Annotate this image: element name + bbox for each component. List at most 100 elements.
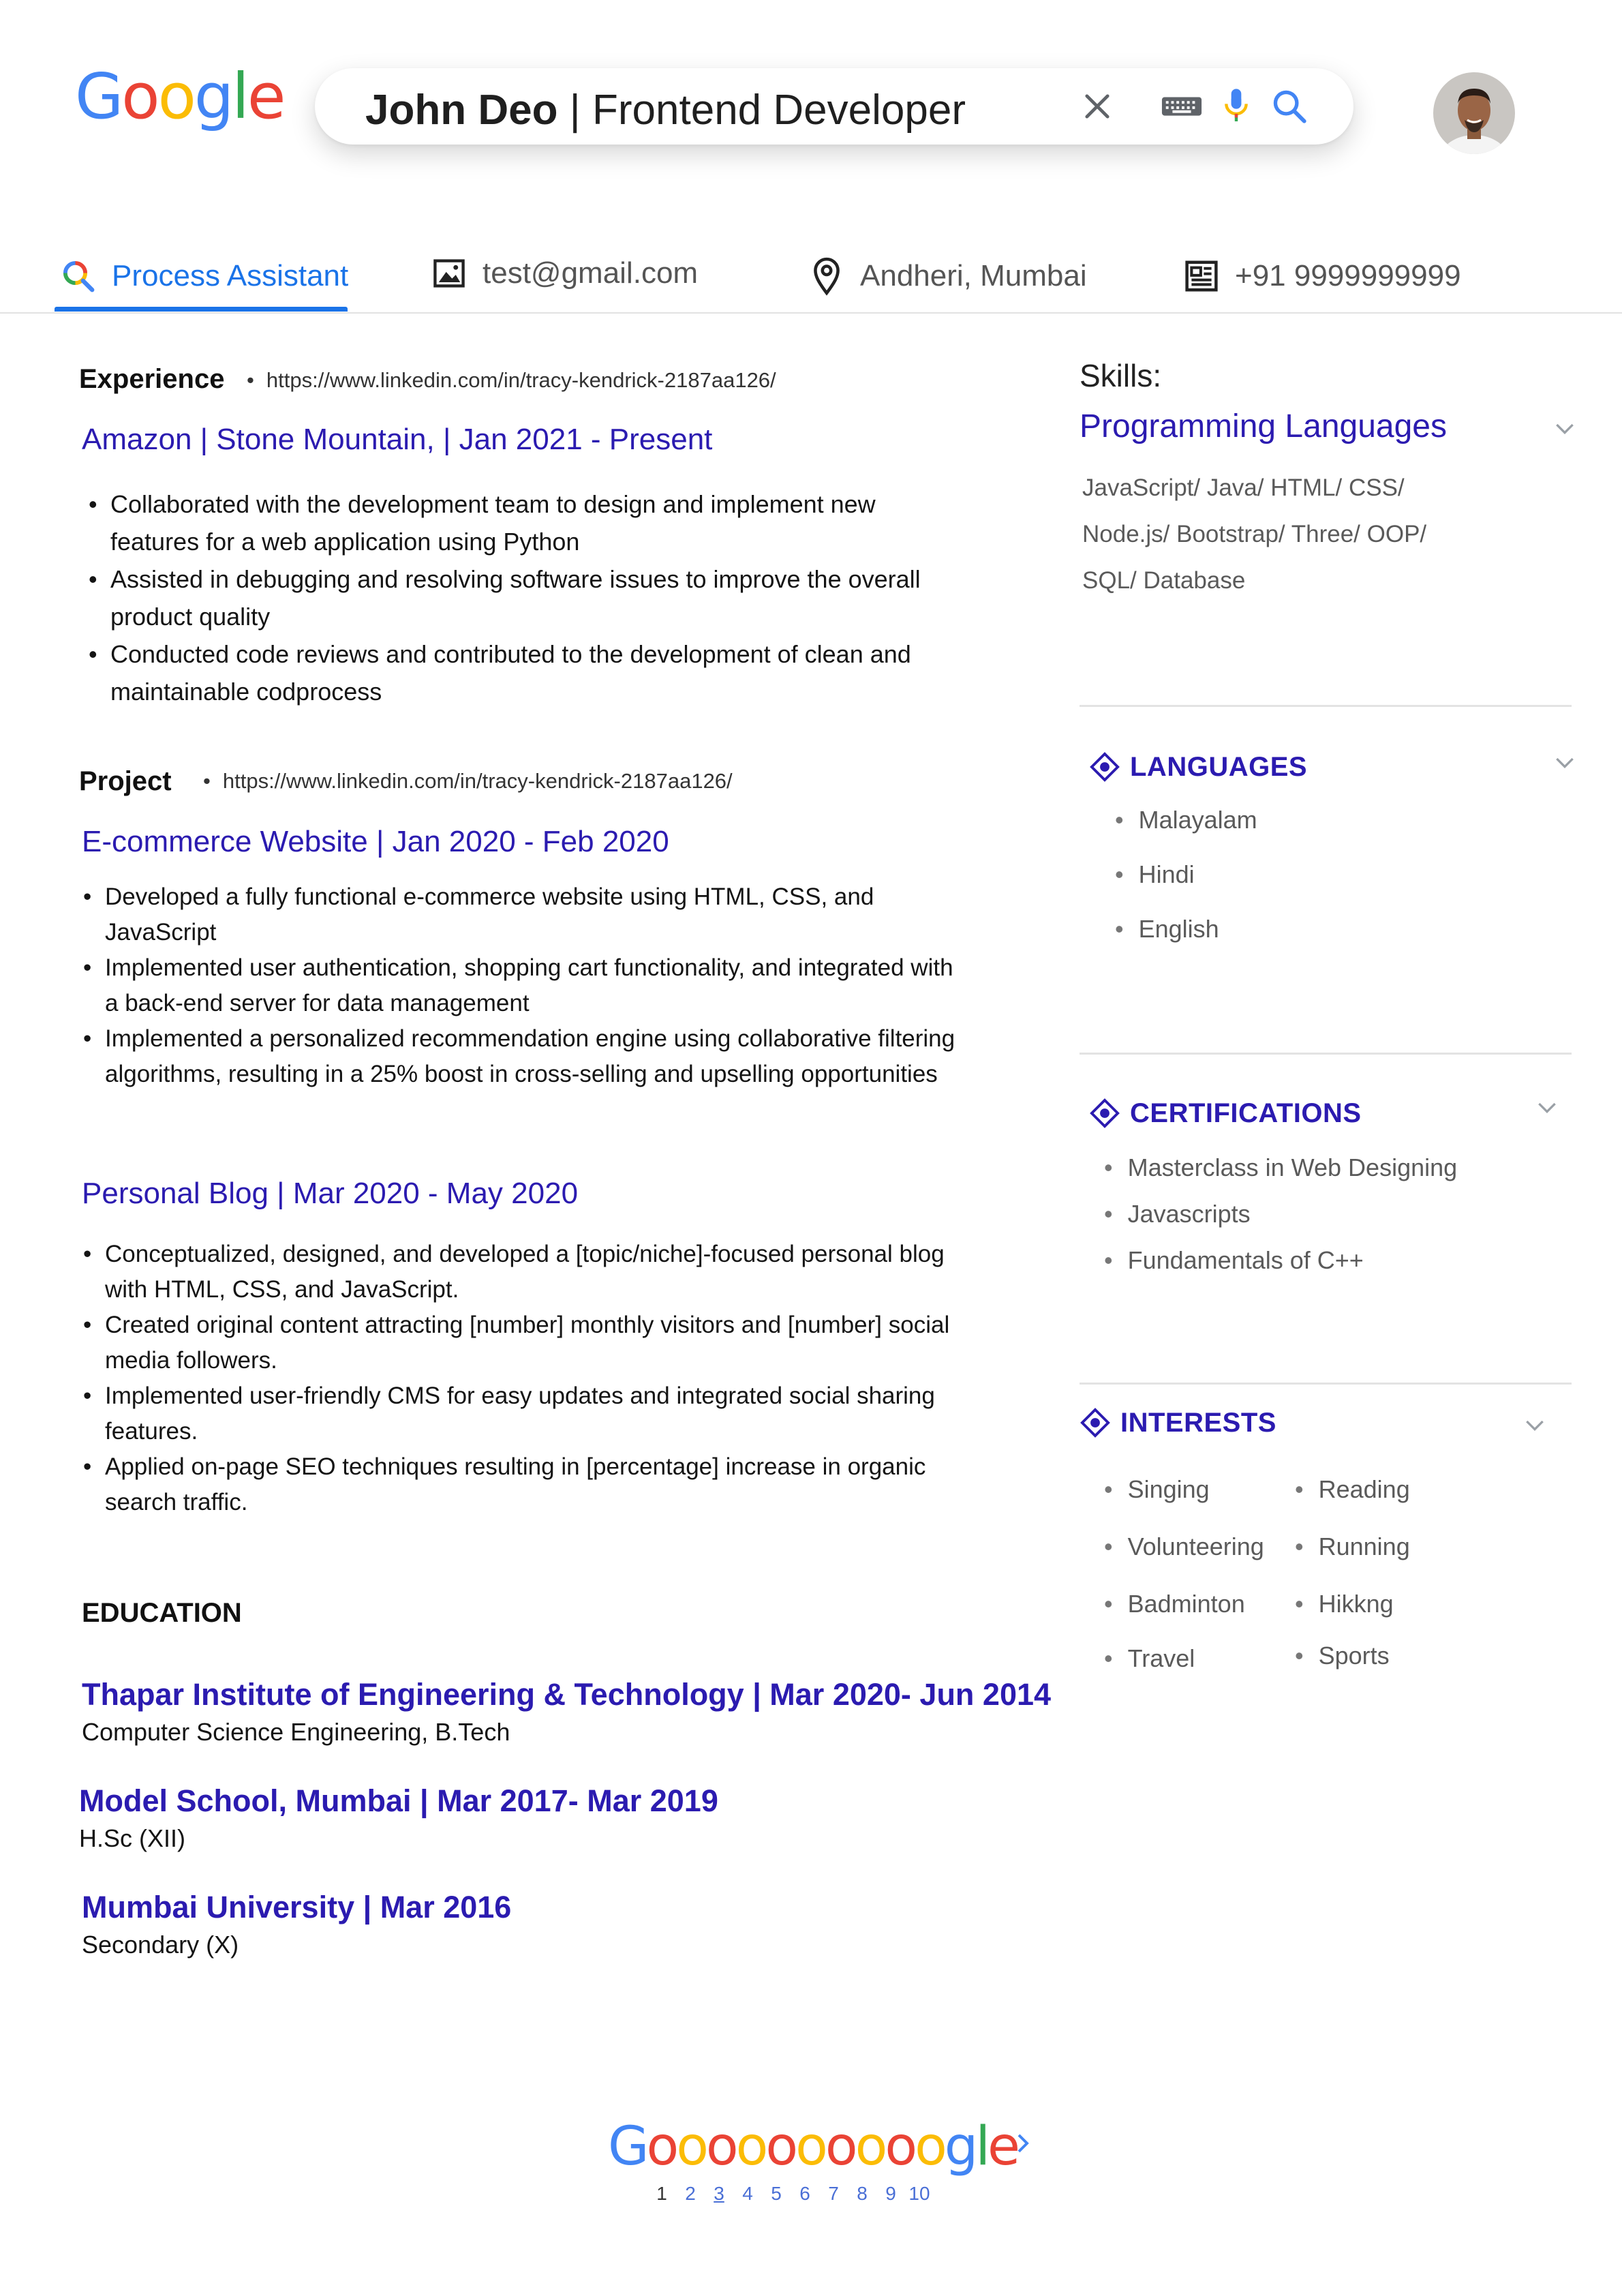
skills-line: JavaScript/ Java/ HTML/ CSS/ [1082, 474, 1405, 501]
project-title: E-commerce Website | Jan 2020 - Feb 2020 [82, 825, 669, 858]
chevron-down-icon[interactable] [1521, 1411, 1548, 1438]
logo-letter: o [157, 60, 196, 133]
list-item: Created original content attracting [num… [80, 1308, 987, 1378]
list-item: Collaborated with the development team t… [86, 485, 951, 560]
page-link[interactable]: 5 [762, 2183, 791, 2205]
divider [1080, 1383, 1572, 1385]
chevron-right-icon[interactable] [1011, 2130, 1035, 2157]
education-title: Thapar Institute of Engineering & Techno… [82, 1677, 1052, 1712]
news-icon [1180, 255, 1223, 297]
tab-phone[interactable]: +91 9999999999 [1180, 255, 1461, 297]
certifications-heading: CERTIFICATIONS [1089, 1098, 1362, 1129]
close-icon[interactable] [1074, 83, 1120, 130]
tab-label: +91 9999999999 [1235, 259, 1461, 292]
chevron-down-icon[interactable] [1551, 414, 1578, 442]
chevron-down-icon[interactable] [1551, 749, 1578, 776]
list-item: Conducted code reviews and contributed t… [86, 635, 951, 710]
pagination: 1 2 3 4 5 6 7 8 9 10 [647, 2183, 934, 2205]
logo-letter: g [194, 60, 234, 133]
languages-heading: LANGUAGES [1089, 751, 1307, 783]
page-link[interactable]: 3 [705, 2183, 733, 2205]
list-item: Implemented user authentication, shoppin… [80, 950, 960, 1021]
section-title: CERTIFICATIONS [1130, 1098, 1362, 1128]
list-item: Assisted in debugging and resolving soft… [86, 560, 951, 635]
tab-label: Andheri, Mumbai [860, 259, 1087, 292]
list-item: Implemented user-friendly CMS for easy u… [80, 1378, 987, 1449]
microphone-icon[interactable] [1213, 83, 1259, 130]
page-link[interactable]: 6 [791, 2183, 819, 2205]
interests-heading: INTERESTS [1080, 1407, 1276, 1438]
experience-link[interactable]: https://www.linkedin.com/in/tracy-kendri… [247, 368, 776, 393]
education-degree: Secondary (X) [82, 1931, 239, 1959]
project-title: Personal Blog | Mar 2020 - May 2020 [82, 1177, 579, 1210]
tab-process-assistant[interactable]: Process Assistant [57, 255, 348, 297]
education-heading: EDUCATION [82, 1598, 242, 1628]
skills-line: SQL/ Database [1082, 567, 1246, 594]
tab-label: test@gmail.com [483, 256, 699, 290]
language-item: English [1115, 915, 1219, 943]
project-bullets: Developed a fully functional e-commerce … [80, 879, 960, 1092]
interest-item: Badminton [1104, 1590, 1245, 1618]
interest-item: Running [1295, 1532, 1410, 1561]
certification-item: Fundamentals of C++ [1104, 1246, 1364, 1275]
project-bullets: Conceptualized, designed, and developed … [80, 1237, 987, 1520]
search-separator: | [557, 87, 593, 134]
education-degree: H.Sc (XII) [79, 1824, 186, 1852]
certification-item: Masterclass in Web Designing [1104, 1153, 1458, 1182]
skills-title: Programming Languages [1080, 408, 1447, 444]
section-title: INTERESTS [1120, 1407, 1276, 1438]
diamond-icon [1089, 751, 1120, 783]
project-heading: Project [79, 766, 172, 796]
interest-item: Sports [1295, 1642, 1390, 1670]
experience-bullets: Collaborated with the development team t… [86, 485, 951, 710]
page-link[interactable]: 10 [905, 2183, 934, 2205]
skills-heading: Skills: [1080, 358, 1162, 393]
divider [1080, 705, 1572, 707]
list-item: Conceptualized, designed, and developed … [80, 1237, 987, 1308]
page-link[interactable]: 7 [819, 2183, 848, 2205]
interest-item: Singing [1104, 1475, 1210, 1504]
active-tab-indicator [55, 307, 348, 312]
page-link[interactable]: 4 [733, 2183, 762, 2205]
logo-letter: e [247, 60, 286, 133]
search-icon[interactable] [1266, 83, 1313, 130]
page-link[interactable]: 1 [647, 2183, 676, 2205]
location-pin-icon [806, 255, 848, 297]
tab-email[interactable]: test@gmail.com [428, 252, 698, 294]
image-icon [428, 252, 470, 294]
list-item: Applied on-page SEO techniques resulting… [80, 1449, 987, 1520]
search-role: Frontend Developer [592, 87, 966, 134]
diamond-icon [1089, 1098, 1120, 1129]
interest-item: Travel [1104, 1644, 1195, 1673]
avatar[interactable] [1433, 72, 1515, 154]
paginator-logo: Goooooooooogle [608, 2120, 1020, 2173]
page-link[interactable]: 9 [876, 2183, 905, 2205]
tab-location[interactable]: Andheri, Mumbai [806, 255, 1087, 297]
tabs-row: Process Assistant test@gmail.com Andheri… [0, 245, 1622, 314]
logo-letter: o [121, 60, 159, 133]
logo-letter: G [75, 60, 123, 133]
section-title: LANGUAGES [1130, 751, 1308, 782]
keyboard-icon[interactable] [1159, 83, 1205, 130]
search-query[interactable]: John Deo | Frontend Developer [365, 86, 966, 134]
interest-item: Hikkng [1295, 1590, 1394, 1618]
page-link[interactable]: 8 [848, 2183, 876, 2205]
education-degree: Computer Science Engineering, B.Tech [82, 1718, 510, 1746]
interest-item: Volunteering [1104, 1532, 1264, 1561]
experience-heading: Experience [79, 364, 225, 394]
skills-line: Node.js/ Bootstrap/ Three/ OOP/ [1082, 521, 1427, 547]
divider [1080, 1053, 1572, 1055]
project-link[interactable]: https://www.linkedin.com/in/tracy-kendri… [203, 769, 733, 794]
page-link[interactable]: 2 [676, 2183, 705, 2205]
language-item: Hindi [1115, 860, 1195, 889]
language-item: Malayalam [1115, 806, 1257, 834]
certification-item: Javascripts [1104, 1200, 1251, 1228]
paginator-logo-text: Goooooooooogle [608, 2116, 1020, 2177]
chevron-down-icon[interactable] [1533, 1093, 1561, 1121]
list-item: Developed a fully functional e-commerce … [80, 879, 960, 950]
tab-label: Process Assistant [112, 259, 349, 292]
search-bar[interactable]: John Deo | Frontend Developer [315, 68, 1353, 145]
google-logo[interactable]: Google [75, 60, 286, 133]
education-title: Mumbai University | Mar 2016 [82, 1890, 512, 1924]
interest-item: Reading [1295, 1475, 1410, 1504]
